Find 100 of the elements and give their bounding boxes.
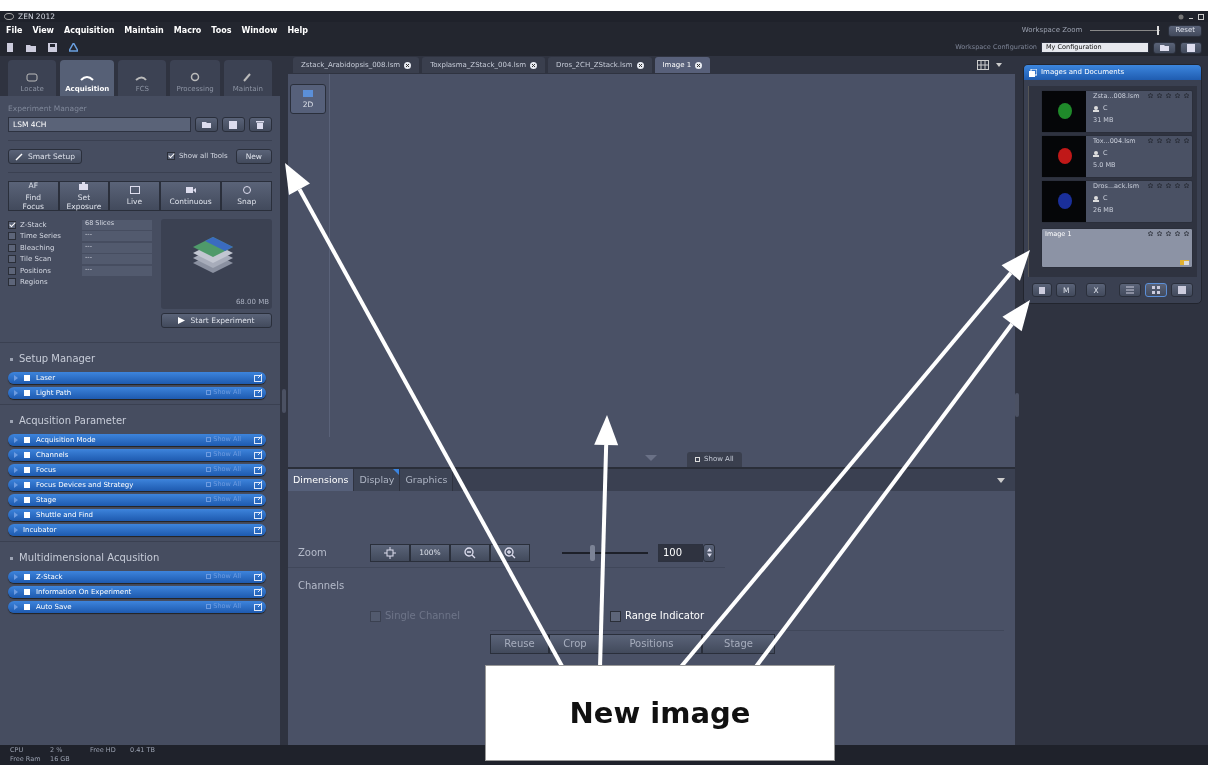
- document-icon: [1039, 286, 1045, 294]
- star-rating[interactable]: [1148, 231, 1189, 239]
- popout-icon[interactable]: [254, 526, 263, 534]
- star-icon: [1184, 183, 1189, 188]
- popout-icon[interactable]: [254, 603, 263, 611]
- spin-arrows-icon: [706, 548, 712, 557]
- zoom-out-icon: [463, 546, 476, 559]
- checkbox-icon: [206, 574, 212, 580]
- popout-icon[interactable]: [254, 496, 263, 504]
- zoom-value-field[interactable]: 100: [658, 543, 703, 562]
- chevron-icon: [14, 497, 18, 503]
- checkbox[interactable]: [8, 278, 16, 287]
- close-icon[interactable]: [530, 61, 538, 69]
- popout-icon[interactable]: [254, 588, 263, 596]
- save-icon[interactable]: [48, 43, 57, 52]
- view-option-button[interactable]: Stage: [702, 634, 775, 654]
- gallery-view-icon: [1178, 286, 1186, 294]
- grid-icon[interactable]: [977, 60, 989, 70]
- checkbox[interactable]: [166, 152, 175, 161]
- icon-button[interactable]: [195, 117, 218, 132]
- open-button[interactable]: [1153, 41, 1176, 54]
- star-icon: [1148, 138, 1153, 143]
- chevron-icon: [14, 604, 18, 610]
- slider-thumb[interactable]: [590, 544, 595, 561]
- icon-button[interactable]: [1032, 283, 1052, 297]
- star-icon: [1157, 231, 1162, 236]
- save-icon: [1187, 43, 1195, 52]
- close-icon[interactable]: [636, 61, 644, 69]
- checkbox[interactable]: [610, 610, 621, 622]
- popout-icon[interactable]: [254, 466, 263, 474]
- slider-thumb[interactable]: [1156, 26, 1159, 35]
- zoom-button[interactable]: [449, 543, 490, 562]
- channels-label: Channels: [297, 579, 346, 592]
- dropdown-icon[interactable]: [997, 478, 1005, 483]
- trash-icon: [256, 120, 265, 129]
- star-icon: [1157, 183, 1162, 188]
- maximize-icon[interactable]: [1198, 13, 1204, 20]
- chevron-icon: [14, 467, 18, 473]
- view-mode-button[interactable]: [1145, 283, 1167, 297]
- panel-tab[interactable]: Display: [354, 469, 401, 491]
- checkbox[interactable]: [8, 243, 16, 252]
- menu-item[interactable]: Macro: [173, 25, 202, 36]
- view-mode-button[interactable]: [1119, 283, 1141, 297]
- chevron-icon: [14, 574, 18, 580]
- dropdown-icon[interactable]: [996, 63, 1002, 67]
- view-mode-button[interactable]: [1171, 283, 1193, 297]
- checkbox-icon: [206, 437, 212, 443]
- menu-item[interactable]: Help: [287, 25, 308, 36]
- menu-item[interactable]: View: [32, 25, 54, 36]
- menu-item[interactable]: Acquisition: [64, 25, 115, 36]
- popout-icon[interactable]: [254, 511, 263, 519]
- menu-item[interactable]: Toos: [211, 25, 232, 36]
- play-icon: [178, 317, 186, 324]
- checkbox[interactable]: [8, 232, 16, 241]
- view-option-button[interactable]: Positions: [601, 634, 702, 654]
- view-option-button[interactable]: Crop: [549, 634, 601, 654]
- icon-button[interactable]: [249, 117, 272, 132]
- close-icon[interactable]: [695, 61, 703, 69]
- popout-icon[interactable]: [254, 573, 263, 581]
- bullet-icon: [10, 556, 13, 560]
- star-icon: [1175, 93, 1180, 98]
- checkbox[interactable]: [8, 220, 16, 229]
- monitor-icon: [303, 89, 313, 98]
- splitter-handle-icon[interactable]: [282, 388, 286, 413]
- popout-icon[interactable]: [254, 451, 263, 459]
- section-heading: Multidimensional Acqusition: [19, 552, 160, 564]
- star-icon: [1157, 93, 1162, 98]
- document-icon[interactable]: [6, 43, 14, 52]
- chevron-icon: [14, 527, 18, 533]
- menu-item[interactable]: Window: [241, 25, 278, 36]
- app-logo-icon: [4, 13, 14, 20]
- panel-tab[interactable]: Dimensions: [288, 469, 355, 491]
- star-rating[interactable]: [1148, 138, 1189, 146]
- star-icon: [1184, 231, 1189, 236]
- help-icon[interactable]: [1178, 13, 1184, 20]
- checkbox-icon: [206, 497, 212, 503]
- checkbox[interactable]: [8, 255, 16, 264]
- save-button[interactable]: [1180, 41, 1202, 54]
- checkbox-label: Range Indicator: [625, 610, 705, 622]
- popout-icon[interactable]: [254, 389, 263, 397]
- star-rating[interactable]: [1148, 183, 1189, 191]
- star-rating[interactable]: [1148, 93, 1189, 101]
- menu-item[interactable]: Maintain: [124, 25, 164, 36]
- checkbox-icon: [206, 390, 212, 396]
- popout-icon[interactable]: [254, 436, 263, 444]
- icon-button[interactable]: [222, 117, 245, 132]
- splitter-handle-icon[interactable]: [1015, 392, 1019, 417]
- checkbox[interactable]: [8, 266, 16, 275]
- spin-button[interactable]: [703, 543, 715, 562]
- chevron-icon: [14, 390, 18, 396]
- popout-icon[interactable]: [254, 481, 263, 489]
- menu-item[interactable]: File: [6, 25, 23, 36]
- popout-icon[interactable]: [254, 374, 263, 382]
- view-option-button[interactable]: Reuse: [490, 634, 549, 654]
- close-icon[interactable]: [404, 61, 412, 69]
- folder-icon[interactable]: [26, 43, 36, 52]
- panel-tab[interactable]: Graphics: [400, 469, 454, 491]
- wand-icon: [15, 152, 23, 161]
- chevron-icon: [14, 452, 18, 458]
- star-icon: [1175, 183, 1180, 188]
